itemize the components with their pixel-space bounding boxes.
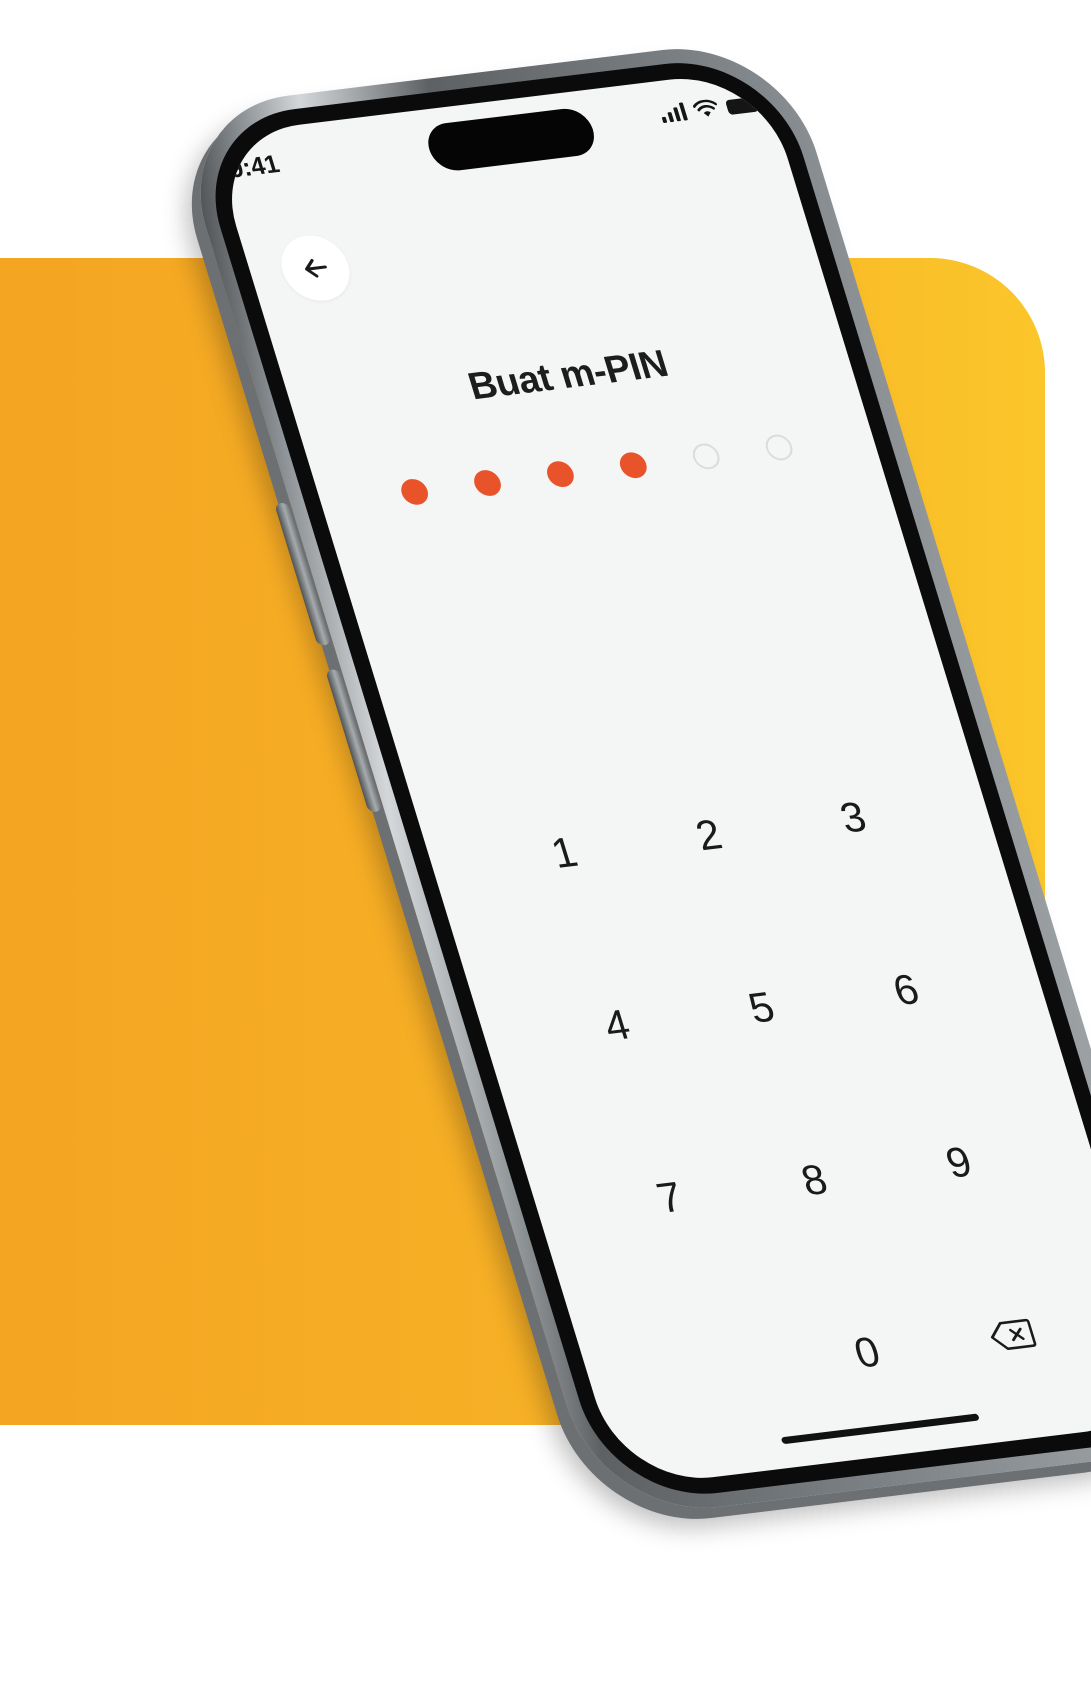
pin-dot-filled <box>616 450 650 480</box>
promo-stage: 9:41 Buat m-PIN 1 2 3 4 5 6 7 8 9 0 <box>0 0 1091 1692</box>
status-time: 9:41 <box>225 150 283 184</box>
pin-dot-empty <box>762 433 796 462</box>
pin-dots <box>317 423 876 516</box>
page-title: Buat m-PIN <box>463 343 673 409</box>
battery-icon <box>724 96 759 116</box>
pin-dot-empty <box>689 442 723 471</box>
pin-dot-filled <box>543 459 578 489</box>
arrow-left-icon <box>305 258 327 278</box>
back-button[interactable] <box>273 231 358 305</box>
pin-dot-filled <box>397 477 432 507</box>
backspace-icon <box>990 1318 1037 1351</box>
wifi-icon <box>692 99 718 117</box>
cellular-signal-icon <box>658 102 689 124</box>
status-icons <box>658 94 759 124</box>
pin-dot-filled <box>470 468 505 498</box>
dynamic-island <box>422 106 601 174</box>
